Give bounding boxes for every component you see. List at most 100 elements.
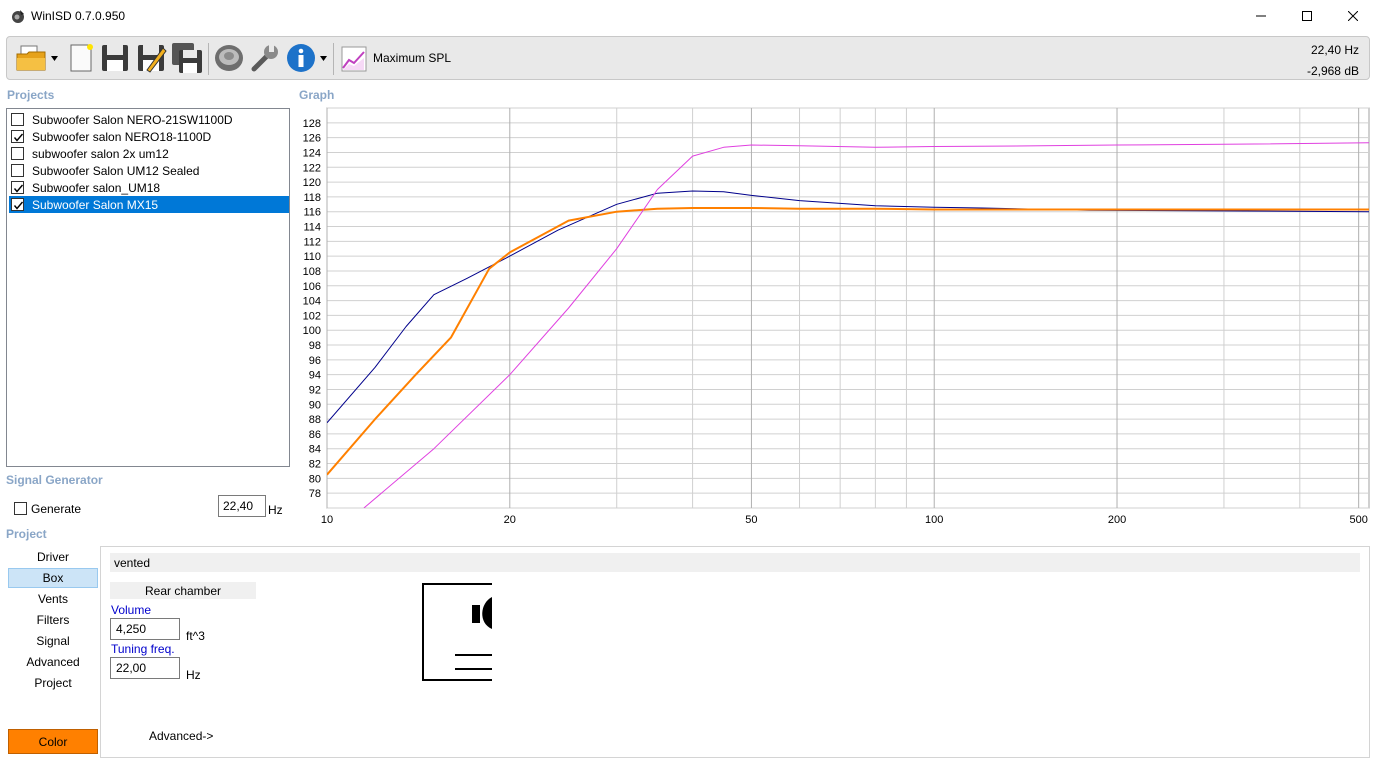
chevron-down-icon[interactable] [51,56,58,61]
generator-frequency-unit: Hz [268,503,283,517]
save-icon[interactable] [99,42,131,74]
x-tick-label: 10 [321,514,333,526]
y-tick-label: 94 [309,370,321,382]
nav-box[interactable]: Box [8,568,98,588]
vented-box-diagram-icon [422,583,492,681]
close-button[interactable] [1330,0,1376,31]
y-tick-label: 124 [303,147,321,159]
toolbar-separator [208,43,209,75]
project-item[interactable]: subwoofer salon 2x um12 [9,145,289,162]
response-graph[interactable]: 78 80 82 84 86 88 90 92 94 96 98 100 102 104 106 108 110… [290,104,1370,528]
y-tick-label: 84 [309,444,321,456]
project-item[interactable]: Subwoofer Salon NERO-21SW1100D [9,111,289,128]
x-tick-label: 100 [925,514,943,526]
driver-speaker-icon[interactable] [213,42,245,74]
app-logo-icon [12,10,24,23]
project-heading: Project [6,527,47,541]
y-tick-label: 98 [309,340,321,352]
checkmark-icon [13,201,24,210]
x-tick-label: 20 [504,514,516,526]
project-item[interactable]: Subwoofer salon_UM18 [9,179,289,196]
volume-label: Volume [111,603,152,617]
color-button[interactable]: Color [8,729,98,754]
y-tick-label: 122 [303,162,321,174]
graph-heading: Graph [299,88,335,102]
y-tick-label: 92 [309,384,321,396]
y-tick-label: 102 [303,310,321,322]
y-tick-label: 112 [303,236,321,248]
project-checkbox[interactable] [11,147,24,160]
nav-project[interactable]: Project [8,673,98,693]
nav-vents[interactable]: Vents [8,589,98,609]
tuning-frequency-input[interactable] [110,657,180,679]
checkmark-icon [13,133,24,142]
save-all-icon[interactable] [171,42,203,74]
project-item-selected[interactable]: Subwoofer Salon MX15 [9,196,289,213]
generate-label: Generate [31,502,82,516]
project-checkbox[interactable] [11,164,24,177]
y-tick-label: 86 [309,429,321,441]
projects-list[interactable]: Subwoofer Salon NERO-21SW1100D Subwoofer… [6,108,290,467]
box-panel: vented Rear chamber Volume ft^3 Tuning f… [100,546,1370,758]
project-item[interactable]: Subwoofer salon NERO18-1100D [9,128,289,145]
y-tick-label: 110 [303,251,321,263]
checkmark-icon [13,184,24,193]
nav-driver[interactable]: Driver [8,547,98,567]
minimize-icon [1256,15,1266,16]
save-as-icon[interactable] [135,42,167,74]
y-tick-label: 88 [309,414,321,426]
advanced-link[interactable]: Advanced-> [149,729,213,743]
info-icon[interactable] [285,42,317,74]
wrench-icon[interactable] [249,42,281,74]
project-checkbox[interactable] [11,130,24,143]
graph-panel[interactable]: 78 80 82 84 86 88 90 92 94 96 98 100 102 104 106 108 110… [290,104,1370,528]
generate-checkbox[interactable] [14,502,27,515]
window-title: WinISD 0.7.0.950 [31,9,126,23]
tuning-frequency-unit: Hz [186,668,201,682]
nav-signal[interactable]: Signal [8,631,98,651]
project-label: Subwoofer salon_UM18 [32,180,161,195]
maximize-icon [1302,10,1312,21]
y-tick-label: 128 [303,118,321,130]
nav-filters[interactable]: Filters [8,610,98,630]
plot-area [326,107,1370,509]
cursor-db-readout: -2,968 dB [1306,64,1359,78]
y-tick-label: 108 [303,266,321,278]
chart-mode-icon[interactable] [339,44,369,74]
y-tick-label: 126 [303,133,321,145]
y-tick-label: 116 [303,207,321,219]
project-item[interactable]: Subwoofer Salon UM12 Sealed [9,162,289,179]
x-tick-label: 50 [745,514,757,526]
nav-advanced[interactable]: Advanced [8,652,98,672]
close-icon [1348,10,1358,21]
project-checkbox[interactable] [11,113,24,126]
signal-generator-heading: Signal Generator [6,473,103,487]
y-tick-label: 80 [309,473,321,485]
y-tick-label: 96 [309,355,321,367]
y-tick-label: 118 [303,192,321,204]
projects-heading: Projects [7,88,55,102]
project-label: Subwoofer Salon UM12 Sealed [32,163,200,178]
minimize-button[interactable] [1238,0,1284,31]
rear-chamber-header: Rear chamber [110,582,256,599]
project-checkbox[interactable] [11,198,24,211]
project-checkbox[interactable] [11,181,24,194]
toolbar: Maximum SPL 22,40 Hz -2,968 dB [6,36,1370,80]
y-tick-label: 114 [303,222,321,234]
chevron-down-icon[interactable] [320,56,327,61]
y-tick-label: 106 [303,281,321,293]
cursor-frequency-readout: 22,40 Hz [1310,43,1359,57]
project-label: Subwoofer salon NERO18-1100D [32,129,212,144]
tuning-frequency-label: Tuning freq. [111,642,175,656]
y-tick-label: 100 [303,325,321,337]
volume-unit: ft^3 [186,629,205,643]
box-type-label[interactable]: vented [110,553,1360,572]
maximize-button[interactable] [1284,0,1330,31]
title-bar: WinISD 0.7.0.950 [0,0,1376,32]
graph-mode-label[interactable]: Maximum SPL [373,51,451,65]
volume-input[interactable] [110,618,180,640]
project-label: Subwoofer Salon MX15 [32,197,159,212]
open-folder-icon[interactable] [15,42,47,74]
generator-frequency-input[interactable] [218,495,266,517]
new-document-icon[interactable] [65,42,97,74]
